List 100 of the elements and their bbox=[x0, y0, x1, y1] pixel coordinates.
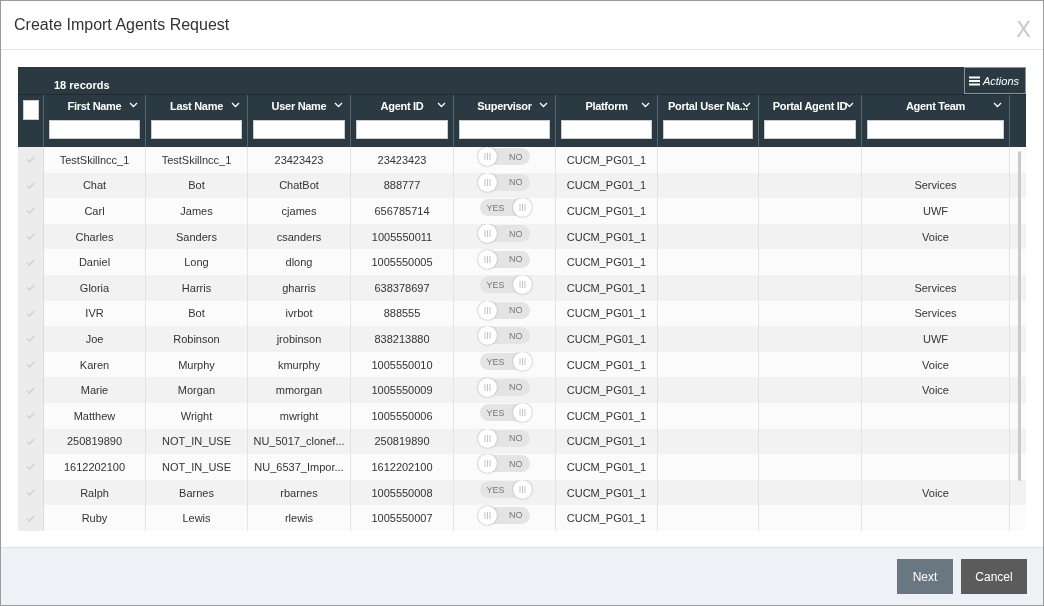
filter-field[interactable] bbox=[764, 120, 856, 139]
table-cell: Ralph bbox=[80, 486, 109, 499]
check-icon[interactable] bbox=[26, 386, 35, 394]
supervisor-toggle[interactable]: NO bbox=[479, 378, 530, 396]
supervisor-toggle[interactable]: YES bbox=[479, 404, 530, 422]
toggle-knob[interactable] bbox=[477, 454, 497, 474]
column-header[interactable]: User Name bbox=[271, 100, 327, 112]
table-cell: CUCM_PG01_1 bbox=[566, 384, 647, 397]
toggle-knob[interactable] bbox=[512, 198, 532, 218]
check-icon[interactable] bbox=[26, 437, 35, 445]
table-cell: CUCM_PG01_1 bbox=[566, 307, 647, 320]
table-cell: Lewis bbox=[182, 512, 211, 525]
toggle-knob[interactable] bbox=[477, 326, 497, 346]
grip-icon bbox=[483, 434, 491, 442]
toggle-knob[interactable] bbox=[477, 224, 497, 244]
filter-field[interactable] bbox=[356, 120, 448, 139]
column-header[interactable]: Agent Team bbox=[905, 100, 966, 112]
column-header[interactable]: Portal User Na... bbox=[668, 100, 748, 112]
table-cell: Harris bbox=[181, 281, 212, 294]
table-cell: 1005550009 bbox=[371, 384, 433, 397]
supervisor-toggle[interactable]: NO bbox=[479, 429, 530, 447]
chevron-down-icon[interactable] bbox=[641, 102, 650, 108]
check-icon[interactable] bbox=[26, 207, 35, 215]
actions-button[interactable]: Actions bbox=[963, 67, 1026, 94]
grip-icon bbox=[518, 358, 526, 366]
check-icon[interactable] bbox=[26, 284, 35, 292]
chevron-down-icon[interactable] bbox=[845, 102, 854, 108]
select-all-checkbox[interactable] bbox=[22, 100, 39, 120]
toggle-knob[interactable] bbox=[477, 377, 497, 397]
table-cell: cjames bbox=[281, 205, 317, 217]
supervisor-toggle[interactable]: NO bbox=[479, 506, 530, 524]
cancel-button[interactable]: Cancel bbox=[961, 559, 1027, 594]
toggle-knob[interactable] bbox=[477, 505, 497, 525]
toggle-knob[interactable] bbox=[512, 352, 532, 372]
table-cell: 1005550006 bbox=[371, 409, 433, 422]
toggle-knob[interactable] bbox=[512, 403, 532, 423]
chevron-down-icon[interactable] bbox=[993, 102, 1002, 108]
filter-field[interactable] bbox=[459, 120, 550, 139]
table-cell: 250819890 bbox=[66, 435, 123, 448]
filter-field[interactable] bbox=[253, 120, 345, 139]
supervisor-toggle[interactable]: YES bbox=[479, 353, 530, 371]
next-button[interactable]: Next bbox=[897, 559, 953, 594]
table-cell: 1005550011 bbox=[371, 230, 433, 243]
column-header[interactable]: Agent ID bbox=[380, 100, 424, 112]
table-cell: Karen bbox=[79, 358, 110, 371]
table-cell: CUCM_PG01_1 bbox=[566, 358, 647, 371]
check-icon[interactable] bbox=[26, 309, 35, 317]
chevron-down-icon[interactable] bbox=[539, 102, 548, 108]
check-icon[interactable] bbox=[26, 489, 35, 496]
grip-icon bbox=[483, 230, 491, 238]
check-icon[interactable] bbox=[26, 361, 35, 369]
filter-field[interactable] bbox=[663, 120, 753, 139]
chevron-down-icon[interactable] bbox=[129, 102, 138, 108]
check-icon[interactable] bbox=[26, 258, 35, 266]
supervisor-toggle[interactable]: NO bbox=[479, 301, 530, 319]
toggle-knob[interactable] bbox=[477, 147, 497, 167]
column-header[interactable]: Last Name bbox=[170, 100, 223, 112]
toggle-knob[interactable] bbox=[512, 480, 532, 499]
filter-field[interactable] bbox=[49, 120, 140, 139]
column-header[interactable]: Supervisor bbox=[477, 100, 532, 112]
column-header[interactable]: Portal Agent ID bbox=[772, 100, 848, 112]
check-icon[interactable] bbox=[26, 514, 35, 522]
check-icon[interactable] bbox=[26, 156, 35, 164]
chevron-down-icon[interactable] bbox=[231, 102, 240, 108]
table-cell: Robinson bbox=[173, 332, 220, 345]
check-icon[interactable] bbox=[26, 463, 35, 471]
chevron-down-icon[interactable] bbox=[334, 102, 343, 108]
table-cell: UWF bbox=[922, 205, 948, 217]
check-icon[interactable] bbox=[26, 335, 35, 343]
supervisor-toggle[interactable]: NO bbox=[479, 148, 530, 166]
column-header[interactable]: First Name bbox=[67, 100, 122, 112]
supervisor-toggle[interactable]: YES bbox=[479, 481, 530, 498]
table-cell: csanders bbox=[276, 230, 322, 243]
filter-field[interactable] bbox=[561, 120, 652, 139]
check-icon[interactable] bbox=[26, 181, 35, 189]
table-cell: TestSkillncc_1 bbox=[59, 153, 130, 166]
chevron-down-icon[interactable] bbox=[437, 102, 446, 108]
table-cell: NOT_IN_USE bbox=[161, 435, 232, 448]
table-cell: Services bbox=[914, 281, 957, 294]
grip-icon bbox=[483, 306, 491, 314]
supervisor-toggle[interactable]: YES bbox=[479, 199, 530, 217]
supervisor-toggle[interactable]: NO bbox=[479, 327, 530, 345]
table-cell: 888555 bbox=[383, 307, 421, 320]
column-header[interactable]: Platform bbox=[585, 100, 628, 112]
check-icon[interactable] bbox=[26, 233, 35, 241]
filter-field[interactable] bbox=[867, 120, 1004, 139]
table-cell: gharris bbox=[282, 281, 316, 294]
toggle-knob[interactable] bbox=[512, 275, 532, 295]
table-cell: CUCM_PG01_1 bbox=[566, 256, 647, 269]
supervisor-toggle[interactable]: YES bbox=[479, 276, 530, 294]
table-cell: Bot bbox=[188, 179, 205, 192]
table-cell: 250819890 bbox=[374, 435, 430, 448]
supervisor-toggle[interactable]: NO bbox=[479, 173, 530, 191]
check-icon[interactable] bbox=[26, 412, 35, 420]
supervisor-toggle[interactable]: NO bbox=[479, 225, 530, 243]
filter-field[interactable] bbox=[151, 120, 242, 139]
scrollbar[interactable] bbox=[1018, 151, 1021, 481]
supervisor-toggle[interactable]: NO bbox=[479, 250, 530, 268]
supervisor-toggle[interactable]: NO bbox=[479, 455, 530, 473]
toggle-knob[interactable] bbox=[477, 249, 497, 269]
